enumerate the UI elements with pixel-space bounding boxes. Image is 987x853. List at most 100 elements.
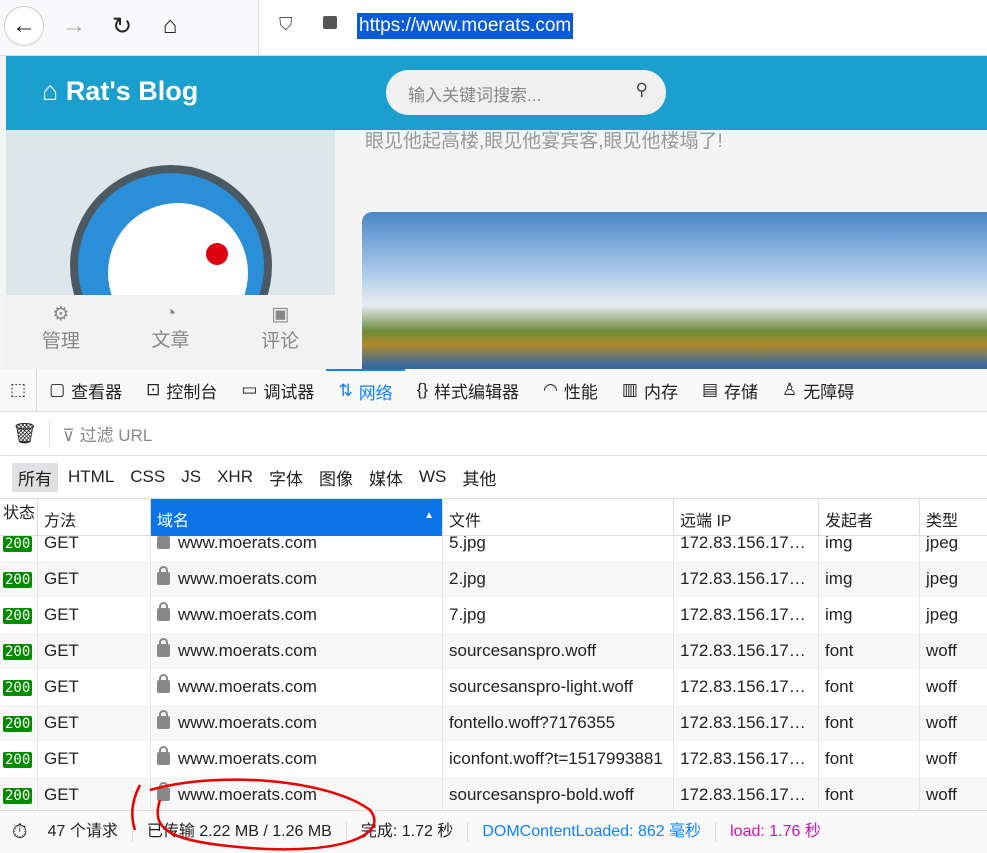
table-row[interactable]: 200 GET www.moerats.com 7.jpg 172.83.156.17…… [0,597,987,633]
status-badge: 200 [3,788,33,804]
tab-storage[interactable]: ▤ 存储 [690,369,770,412]
domain-cell: www.moerats.com [151,777,443,810]
table-header: 状态 方法 域名 ▲ 文件 远端 IP 发起者 类型 [0,499,987,536]
reload-button[interactable]: ↻ [102,6,142,46]
domain-cell: www.moerats.com [151,741,443,777]
filter-placeholder: 过滤 URL [79,426,153,445]
remote-ip-cell: 172.83.156.17… [674,669,819,705]
home-icon: ⌂ [42,76,66,106]
column-status[interactable]: 状态 [0,499,38,536]
tab-label: 无障碍 [803,382,855,402]
file-cell: sourcesanspro-light.woff [443,669,674,705]
url-text[interactable]: https://www.moerats.com [357,13,574,39]
initiator-cell: img [819,536,920,561]
side-menu-posts[interactable]: ◔ 文章 [116,295,226,369]
remote-ip-cell: 172.83.156.17… [674,561,819,597]
domain-cell: www.moerats.com [151,705,443,741]
lock-icon [157,566,170,585]
forward-button[interactable]: → [54,6,94,46]
file-cell: 7.jpg [443,597,674,633]
type-filter-other[interactable]: 其他 [456,463,502,492]
element-picker-button[interactable]: ⬚ [0,368,38,412]
tab-style-editor[interactable]: {} 样式编辑器 [405,369,531,412]
table-row[interactable]: 200 GET www.moerats.com sourcesanspro-light… [0,669,987,705]
initiator-cell: font [819,669,920,705]
status-badge: 200 [3,680,33,696]
table-row[interactable]: 200 GET www.moerats.com sourcesanspro.woff 1… [0,633,987,669]
table-row[interactable]: 200 GET www.moerats.com sourcesanspro-bold.… [0,777,987,810]
site-title: Rat's Blog [65,76,199,106]
filter-icon: ⊽ [62,426,80,445]
back-button[interactable]: ← [4,6,44,46]
column-domain[interactable]: 域名 ▲ [151,499,443,536]
search-icon[interactable]: ⚲ [636,80,648,100]
type-filter-fonts[interactable]: 字体 [263,463,309,492]
tab-network[interactable]: ⇅ 网络 [326,368,405,412]
tab-memory[interactable]: ▥ 内存 [610,369,690,412]
domain-text: www.moerats.com [178,677,317,696]
type-filter-css[interactable]: CSS [124,465,171,489]
site-logo[interactable]: ⌂ Rat's Blog [42,76,198,107]
table-row[interactable]: 200 GET www.moerats.com 2.jpg 172.83.156.17…… [0,561,987,597]
method-cell: GET [38,777,151,810]
tab-inspector[interactable]: ▢ 查看器 [37,369,134,412]
initiator-cell: font [819,777,920,810]
status-cell: 200 [0,633,38,669]
method-cell: GET [38,597,151,633]
method-cell: GET [38,561,151,597]
type-filter-js[interactable]: JS [175,465,207,489]
style-editor-icon: {} [416,380,429,399]
sort-ascending-icon: ▲ [424,510,434,521]
file-cell: 5.jpg [443,536,674,561]
initiator-cell: font [819,741,920,777]
type-filter-xhr[interactable]: XHR [211,465,259,489]
site-search-input[interactable]: 输入关键词搜索... ⚲ [386,70,666,115]
file-cell: sourcesanspro-bold.woff [443,777,674,810]
table-row[interactable]: 200 GET www.moerats.com 5.jpg 172.83.156.17…… [0,536,987,561]
domain-text: www.moerats.com [178,785,317,804]
side-menu-comments[interactable]: ▣ 评论 [225,295,335,369]
tab-console[interactable]: ⊡ 控制台 [134,369,229,412]
table-row[interactable]: 200 GET www.moerats.com fontello.woff?71763… [0,705,987,741]
side-menu-manage[interactable]: ⚙ 管理 [6,295,116,369]
type-cell: jpeg [926,536,959,552]
remote-ip-cell: 172.83.156.17… [674,597,819,633]
type-filter-ws[interactable]: WS [413,465,452,489]
column-initiator[interactable]: 发起者 [819,499,920,536]
filter-url-input[interactable]: ⊽ 过滤 URL [50,421,152,446]
domain-text: www.moerats.com [178,713,317,732]
side-menu-label: 文章 [151,330,190,351]
initiator-cell: img [819,561,920,597]
column-file[interactable]: 文件 [443,499,674,536]
column-type[interactable]: 类型 [920,499,987,536]
status-cell: 200 [0,536,38,561]
column-remote-ip[interactable]: 远端 IP [674,499,819,536]
type-filter-images[interactable]: 图像 [313,463,359,492]
clear-trash-icon[interactable]: 🗑 [0,421,51,446]
tab-label: 网络 [358,383,393,403]
lock-icon [157,602,170,621]
remote-ip-cell: 172.83.156.17… [674,705,819,741]
search-placeholder: 输入关键词搜索... [408,86,542,105]
dom-content-loaded: DOMContentLoaded: 862 毫秒 [468,822,717,842]
tab-accessibility[interactable]: ♙ 无障碍 [770,369,866,412]
domain-text: www.moerats.com [178,641,317,660]
home-button[interactable]: ⌂ [150,6,190,46]
network-icon: ⇅ [338,381,353,400]
type-filter-html[interactable]: HTML [62,465,120,489]
column-method[interactable]: 方法 [38,499,151,536]
type-filter-media[interactable]: 媒体 [363,463,409,492]
site-motto: 眼见他起高楼,眼见他宴宾客,眼见他楼塌了! [365,131,723,152]
method-cell: GET [38,633,151,669]
type-filter-all[interactable]: 所有 [12,462,58,492]
type-filter-bar: 所有 HTML CSS JS XHR 字体 图像 媒体 WS 其他 [0,456,987,499]
table-row[interactable]: 200 GET www.moerats.com iconfont.woff?t=151… [0,741,987,777]
domain-text: www.moerats.com [178,569,317,588]
file-cell: 2.jpg [443,561,674,597]
hero-image [362,212,987,369]
type-cell: woff [926,749,957,768]
tab-performance[interactable]: ◠ 性能 [531,369,610,412]
load-time: load: 1.76 秒 [730,823,821,840]
rss-square-icon: ▣ [271,304,290,325]
tab-debugger[interactable]: ▭ 调试器 [229,369,326,412]
